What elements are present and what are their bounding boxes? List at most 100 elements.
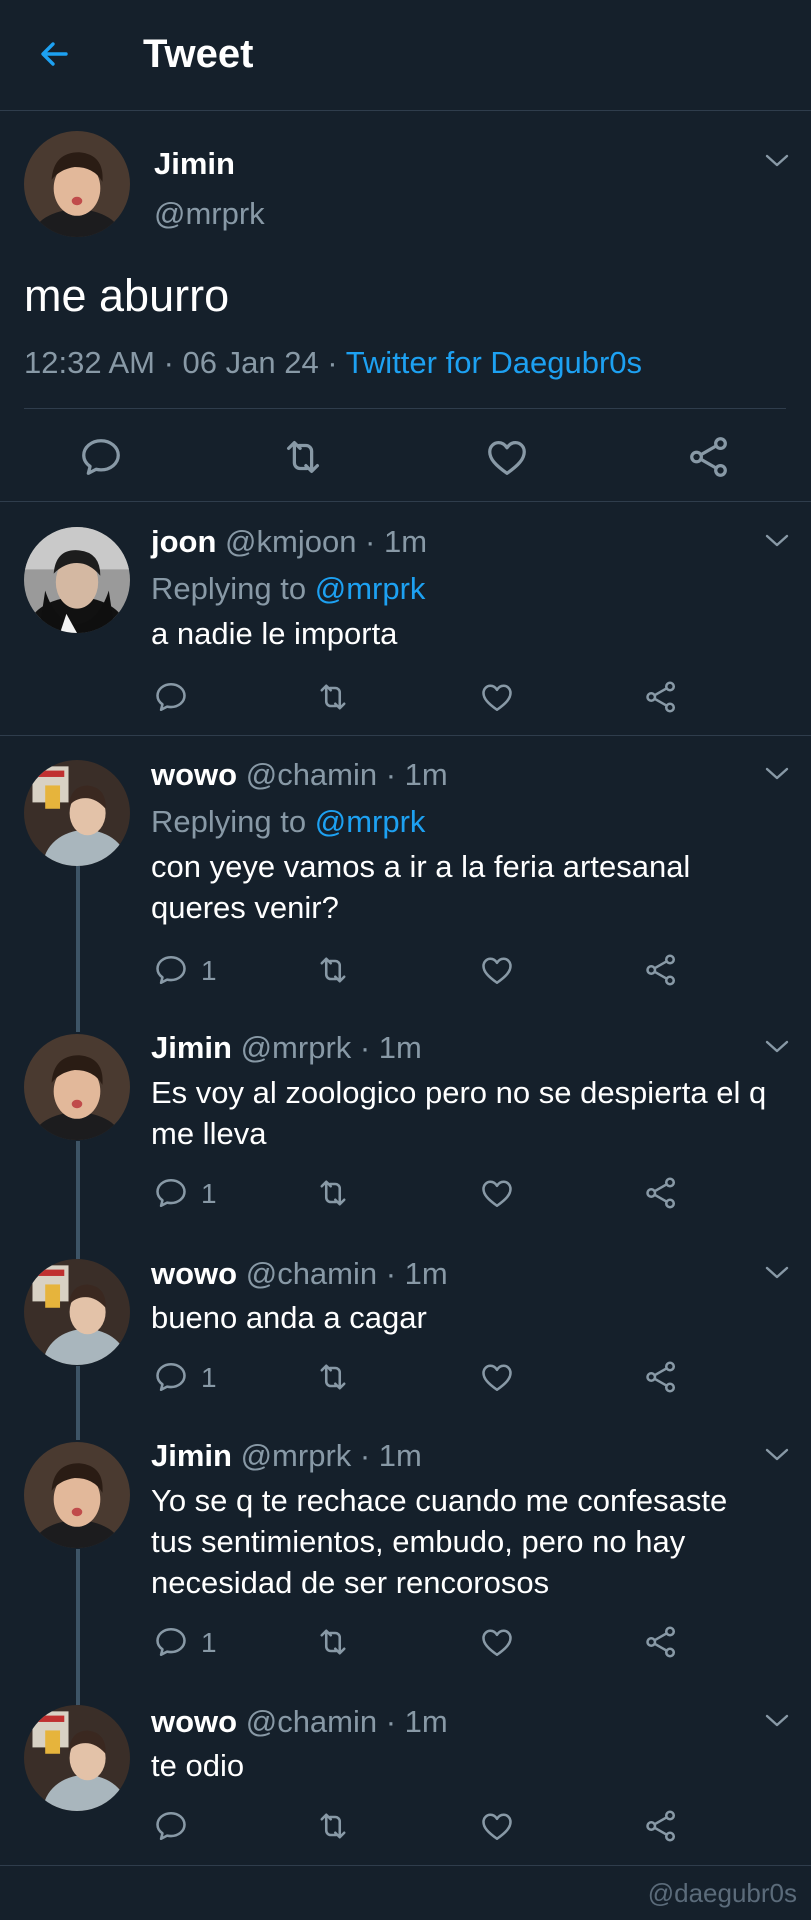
watermark: @daegubr0s: [647, 1878, 797, 1908]
reply-line: Yo se q te rechace cuando me confesaste: [151, 1483, 728, 1518]
author-handle[interactable]: @kmjoon · 1m: [216, 524, 427, 559]
chevron-down-icon[interactable]: [764, 152, 790, 170]
author-name[interactable]: joon: [151, 524, 216, 559]
author-name[interactable]: wowo: [151, 757, 237, 792]
reply-text: a nadie le importa: [151, 613, 791, 654]
author-handle[interactable]: @chamin · 1m: [237, 1704, 448, 1739]
author-handle[interactable]: @chamin · 1m: [237, 757, 448, 792]
reply-line: a nadie le importa: [151, 616, 398, 651]
divider: [0, 501, 811, 502]
author-handle[interactable]: @mrprk · 1m: [232, 1030, 422, 1065]
share-icon[interactable]: [643, 1808, 679, 1844]
reply-icon[interactable]: [78, 434, 124, 480]
avatar[interactable]: [24, 1259, 130, 1365]
mention-link[interactable]: @mrprk: [315, 571, 426, 606]
reply-icon[interactable]: [153, 1624, 189, 1660]
replying-label: Replying to: [151, 571, 315, 606]
chevron-down-icon[interactable]: [764, 1038, 790, 1056]
replying-to: Replying to @mrprk: [151, 571, 425, 607]
like-icon[interactable]: [479, 1624, 515, 1660]
reply-icon[interactable]: [153, 679, 189, 715]
chevron-down-icon[interactable]: [764, 1712, 790, 1730]
replying-to: Replying to @mrprk: [151, 804, 425, 840]
thread-line: [76, 866, 80, 1032]
reply-header: Jimin @mrprk · 1m: [151, 1030, 422, 1066]
reply-icon[interactable]: [153, 1175, 189, 1211]
tweet-source-app[interactable]: Twitter for Daegubr0s: [346, 345, 642, 380]
chevron-down-icon[interactable]: [764, 532, 790, 550]
retweet-icon[interactable]: [315, 679, 351, 715]
reply-line: con yeye vamos a ir a la feria artesanal: [151, 849, 691, 884]
top-bar: Tweet: [0, 0, 811, 111]
reply-text: con yeye vamos a ir a la feria artesanal…: [151, 846, 791, 928]
avatar[interactable]: [24, 1442, 130, 1548]
like-icon[interactable]: [479, 1359, 515, 1395]
author-name[interactable]: Jimin: [151, 1438, 232, 1473]
thread-line: [76, 1366, 80, 1440]
reply-header: wowo @chamin · 1m: [151, 1256, 448, 1292]
reply-icon[interactable]: [153, 1359, 189, 1395]
author-handle[interactable]: @chamin · 1m: [237, 1256, 448, 1291]
tweet-text: me aburro: [24, 270, 230, 321]
reply-line: me lleva: [151, 1116, 267, 1151]
reply-line: necesidad de ser rencorosos: [151, 1565, 550, 1600]
share-icon[interactable]: [643, 1175, 679, 1211]
like-icon[interactable]: [479, 679, 515, 715]
divider: [0, 1865, 811, 1866]
reply-text: Yo se q te rechace cuando me confesaste t…: [151, 1480, 791, 1603]
chevron-down-icon[interactable]: [764, 1446, 790, 1464]
reply-count: 1: [201, 1362, 217, 1393]
author-name[interactable]: Jimin: [151, 1030, 232, 1065]
avatar[interactable]: [24, 1034, 130, 1140]
share-icon[interactable]: [643, 1624, 679, 1660]
tweet-timestamp: 12:32 AM · 06 Jan 24 ·: [24, 345, 346, 380]
reply-line: queres venir?: [151, 890, 339, 925]
author-name[interactable]: Jimin: [154, 146, 235, 182]
thread-line: [76, 1141, 80, 1259]
avatar[interactable]: [24, 1705, 130, 1811]
author-name[interactable]: wowo: [151, 1704, 237, 1739]
retweet-icon[interactable]: [315, 1175, 351, 1211]
like-icon[interactable]: [479, 952, 515, 988]
thread-line: [76, 1549, 80, 1705]
author-handle[interactable]: @mrprk: [154, 196, 265, 232]
divider: [0, 735, 811, 736]
reply-header: Jimin @mrprk · 1m: [151, 1438, 422, 1474]
retweet-icon[interactable]: [315, 1624, 351, 1660]
page-title: Tweet: [143, 32, 254, 76]
mention-link[interactable]: @mrprk: [315, 804, 426, 839]
retweet-icon[interactable]: [280, 434, 326, 480]
reply-count: 1: [201, 955, 217, 986]
reply-text: te odio: [151, 1745, 791, 1786]
avatar[interactable]: [24, 760, 130, 866]
reply-icon[interactable]: [153, 952, 189, 988]
share-icon[interactable]: [643, 952, 679, 988]
like-icon[interactable]: [484, 434, 530, 480]
reply-icon[interactable]: [153, 1808, 189, 1844]
reply-line: Es voy al zoologico pero no se despierta…: [151, 1075, 767, 1110]
reply-header: joon @kmjoon · 1m: [151, 524, 427, 560]
tweet-meta: 12:32 AM · 06 Jan 24 · Twitter for Daegu…: [24, 345, 642, 381]
avatar[interactable]: [24, 131, 130, 237]
replying-label: Replying to: [151, 804, 315, 839]
author-handle[interactable]: @mrprk · 1m: [232, 1438, 422, 1473]
retweet-icon[interactable]: [315, 952, 351, 988]
like-icon[interactable]: [479, 1175, 515, 1211]
share-icon[interactable]: [643, 679, 679, 715]
reply-text: bueno anda a cagar: [151, 1297, 791, 1338]
share-icon[interactable]: [686, 434, 732, 480]
reply-line: te odio: [151, 1748, 245, 1783]
share-icon[interactable]: [643, 1359, 679, 1395]
retweet-icon[interactable]: [315, 1359, 351, 1395]
back-arrow-icon[interactable]: [36, 36, 72, 72]
reply-count: 1: [201, 1178, 217, 1209]
avatar[interactable]: [24, 527, 130, 633]
author-name[interactable]: wowo: [151, 1256, 237, 1291]
chevron-down-icon[interactable]: [764, 1264, 790, 1282]
retweet-icon[interactable]: [315, 1808, 351, 1844]
like-icon[interactable]: [479, 1808, 515, 1844]
chevron-down-icon[interactable]: [764, 765, 790, 783]
reply-text: Es voy al zoologico pero no se despierta…: [151, 1072, 791, 1154]
divider: [24, 408, 786, 409]
reply-line: bueno anda a cagar: [151, 1300, 427, 1335]
